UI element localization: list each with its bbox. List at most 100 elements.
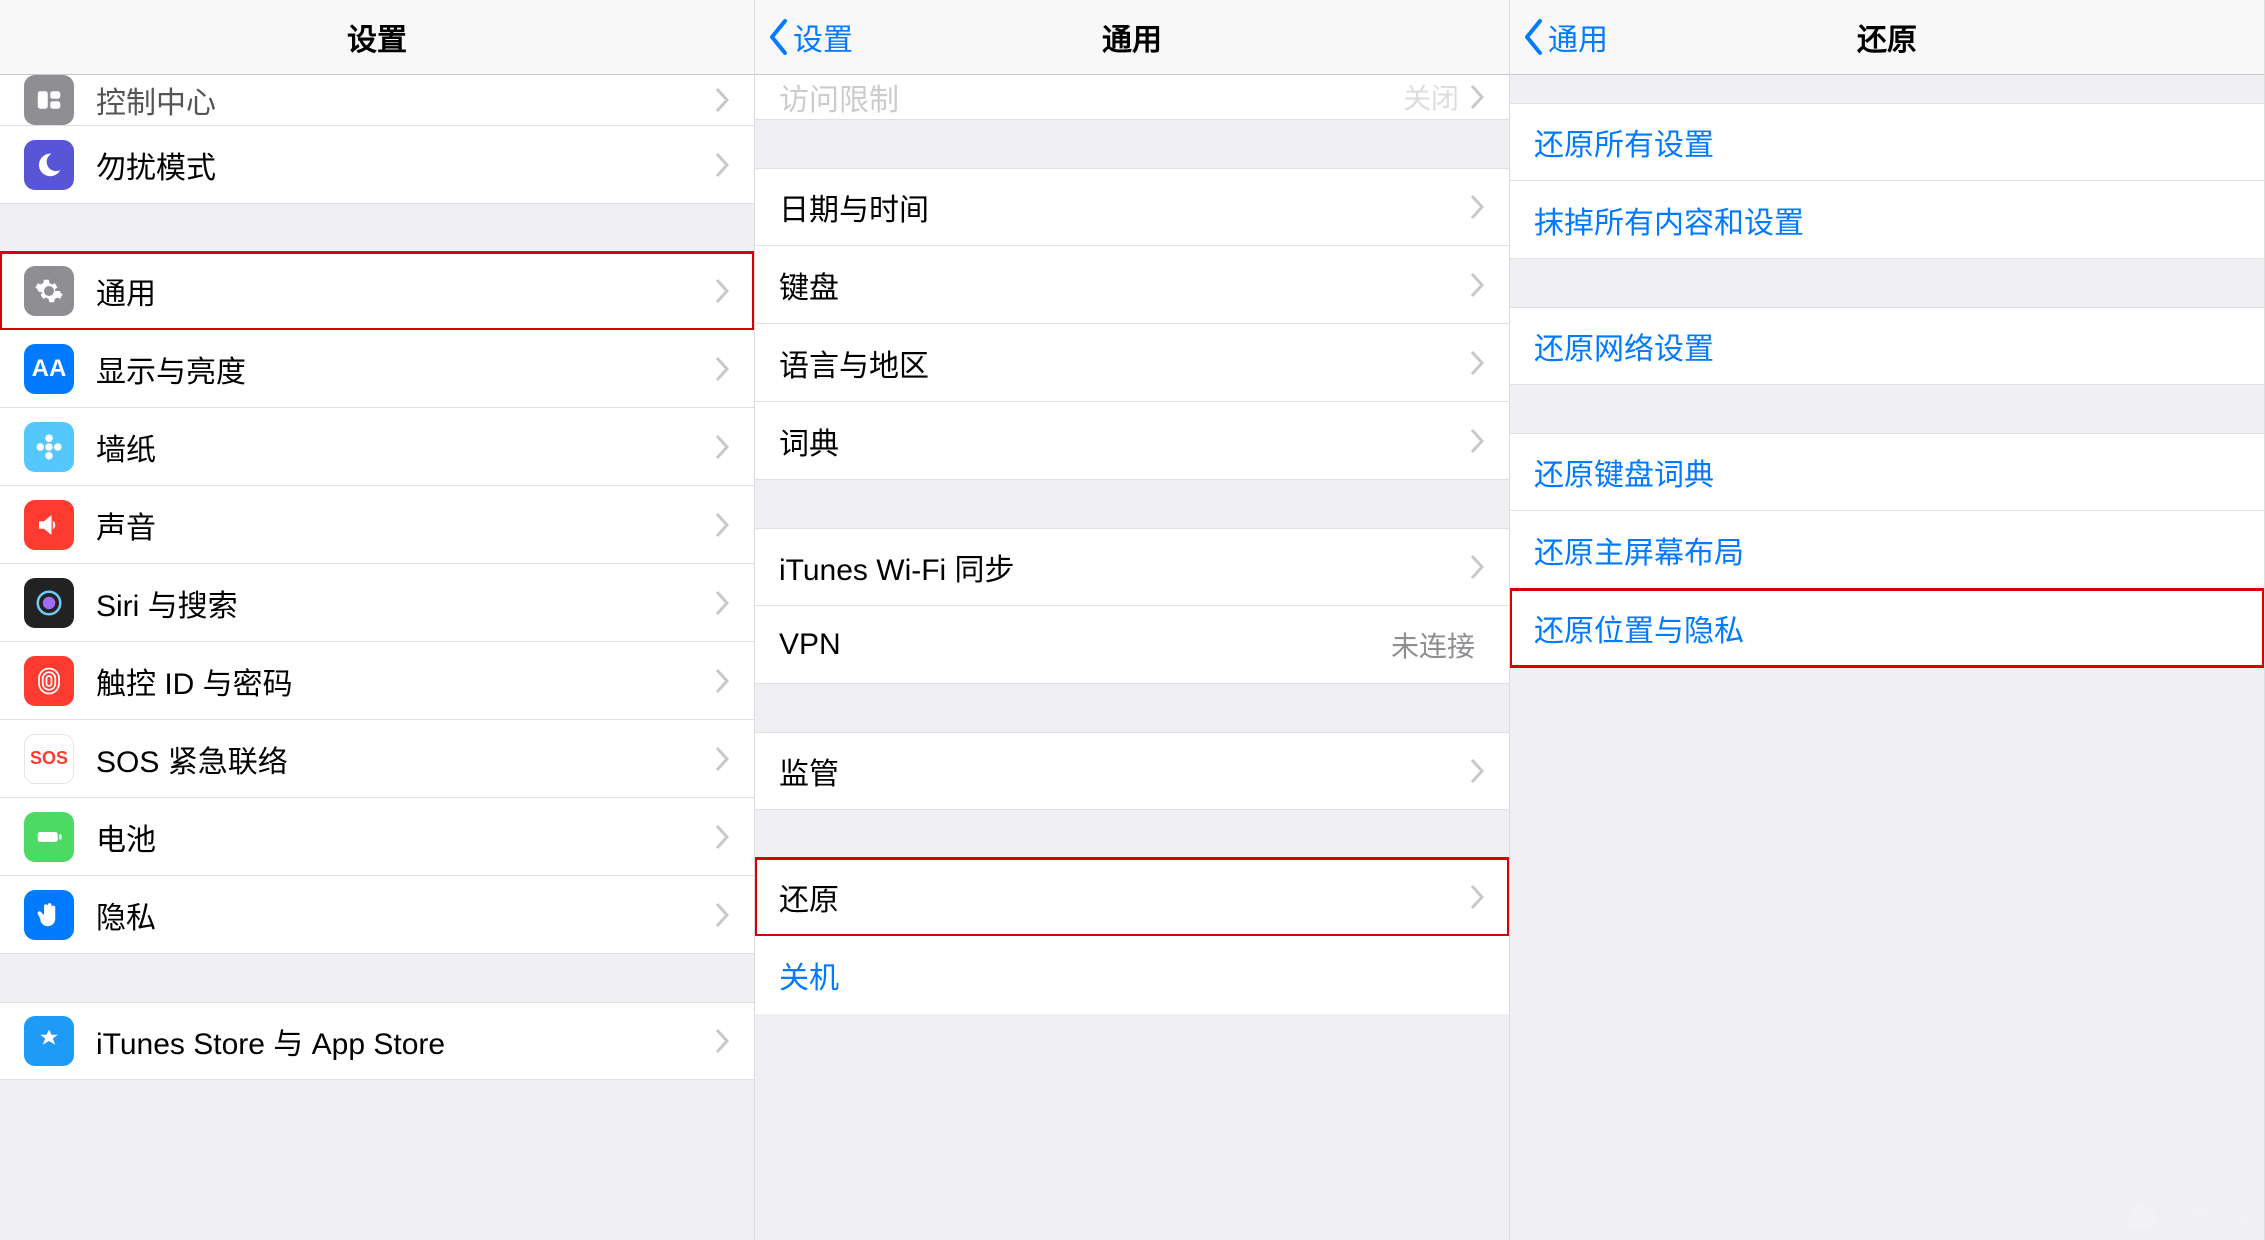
chevron-right-icon (714, 278, 730, 304)
row-shutdown[interactable]: 关机 (755, 936, 1509, 1014)
row-label: 显示与亮度 (96, 347, 714, 391)
chevron-right-icon (714, 87, 730, 113)
row-label: iTunes Store 与 App Store (96, 1019, 714, 1063)
panel-general: 设置 通用 访问限制 关闭 日期与时间 键盘 语言与地区 (755, 0, 1510, 1240)
chevron-right-icon (1469, 272, 1485, 298)
chevron-left-icon (1522, 18, 1544, 56)
row-label: 监管 (779, 749, 1469, 793)
row-vpn[interactable]: VPN 未连接 (755, 606, 1509, 684)
back-button[interactable]: 通用 (1522, 0, 1608, 74)
spacer (1510, 75, 2264, 103)
row-language-region[interactable]: 语言与地区 (755, 324, 1509, 402)
row-display[interactable]: AA 显示与亮度 (0, 330, 754, 408)
row-label: 勿扰模式 (96, 143, 714, 187)
row-privacy[interactable]: 隐私 (0, 876, 754, 954)
navbar-settings: 设置 (0, 0, 754, 75)
spacer (755, 120, 1509, 168)
row-dnd[interactable]: 勿扰模式 (0, 126, 754, 204)
row-erase-all[interactable]: 抹掉所有内容和设置 (1510, 181, 2264, 259)
panel-settings: 设置 控制中心 勿扰模式 (0, 0, 755, 1240)
row-reset-home-layout[interactable]: 还原主屏幕布局 (1510, 511, 2264, 589)
moon-icon (24, 140, 74, 190)
chevron-right-icon (714, 356, 730, 382)
gear-icon (24, 266, 74, 316)
fingerprint-icon (24, 656, 74, 706)
row-label: 墙纸 (96, 425, 714, 469)
row-wallpaper[interactable]: 墙纸 (0, 408, 754, 486)
chevron-right-icon (714, 434, 730, 460)
row-label: 触控 ID 与密码 (96, 659, 714, 703)
row-value: 关闭 (1403, 77, 1459, 117)
chevron-right-icon (1469, 194, 1485, 220)
chevron-right-icon (714, 824, 730, 850)
row-label: 声音 (96, 503, 714, 547)
row-sounds[interactable]: 声音 (0, 486, 754, 564)
speaker-icon (24, 500, 74, 550)
spacer (1510, 385, 2264, 433)
row-date-time[interactable]: 日期与时间 (755, 168, 1509, 246)
panel-reset: 通用 还原 还原所有设置 抹掉所有内容和设置 还原网络设置 还原键盘词典 还原主… (1510, 0, 2265, 1240)
spacer (755, 480, 1509, 528)
row-label: VPN (779, 628, 1391, 662)
chevron-right-icon (1469, 84, 1485, 110)
row-itunes-appstore[interactable]: iTunes Store 与 App Store (0, 1002, 754, 1080)
chevron-right-icon (1469, 350, 1485, 376)
general-list: 访问限制 关闭 日期与时间 键盘 语言与地区 词典 (755, 75, 1509, 1240)
chevron-right-icon (714, 512, 730, 538)
nav-title: 通用 (1102, 15, 1162, 59)
row-label: 通用 (96, 269, 714, 313)
row-label: 还原位置与隐私 (1534, 606, 2240, 650)
row-label: 关机 (779, 953, 1485, 997)
row-reset-keyboard-dict[interactable]: 还原键盘词典 (1510, 433, 2264, 511)
row-label: Siri 与搜索 (96, 581, 714, 625)
row-label: 电池 (96, 815, 714, 859)
row-reset[interactable]: 还原 (755, 858, 1509, 936)
row-profiles[interactable]: 监管 (755, 732, 1509, 810)
row-label: 键盘 (779, 263, 1469, 307)
control-center-icon (24, 75, 74, 125)
row-touchid[interactable]: 触控 ID 与密码 (0, 642, 754, 720)
row-reset-network[interactable]: 还原网络设置 (1510, 307, 2264, 385)
row-control-center[interactable]: 控制中心 (0, 75, 754, 126)
row-battery[interactable]: 电池 (0, 798, 754, 876)
row-siri[interactable]: Siri 与搜索 (0, 564, 754, 642)
row-restrictions-partial[interactable]: 访问限制 关闭 (755, 75, 1509, 120)
row-label: 词典 (779, 419, 1469, 463)
settings-list: 控制中心 勿扰模式 通用 AA 显示与亮度 (0, 75, 754, 1240)
back-button[interactable]: 设置 (767, 0, 853, 74)
siri-icon (24, 578, 74, 628)
row-keyboard[interactable]: 键盘 (755, 246, 1509, 324)
chevron-right-icon (714, 668, 730, 694)
navbar-reset: 通用 还原 (1510, 0, 2264, 75)
chevron-right-icon (1469, 758, 1485, 784)
row-reset-location-privacy[interactable]: 还原位置与隐私 (1510, 589, 2264, 667)
spacer (0, 204, 754, 252)
spacer (1510, 259, 2264, 307)
row-label: 日期与时间 (779, 185, 1469, 229)
row-sos[interactable]: SOS SOS 紧急联络 (0, 720, 754, 798)
row-general[interactable]: 通用 (0, 252, 754, 330)
row-label: 语言与地区 (779, 341, 1469, 385)
chevron-right-icon (714, 152, 730, 178)
reset-list: 还原所有设置 抹掉所有内容和设置 还原网络设置 还原键盘词典 还原主屏幕布局 还… (1510, 75, 2264, 1240)
row-label: 还原主屏幕布局 (1534, 528, 2240, 572)
row-label: 隐私 (96, 893, 714, 937)
row-label: 还原网络设置 (1534, 324, 2240, 368)
chevron-left-icon (767, 18, 789, 56)
row-reset-all-settings[interactable]: 还原所有设置 (1510, 103, 2264, 181)
back-label: 设置 (793, 15, 853, 59)
row-label: 还原键盘词典 (1534, 450, 2240, 494)
row-label: iTunes Wi-Fi 同步 (779, 545, 1469, 589)
row-itunes-wifi-sync[interactable]: iTunes Wi-Fi 同步 (755, 528, 1509, 606)
spacer (0, 954, 754, 1002)
sos-icon: SOS (24, 734, 74, 784)
row-label: SOS 紧急联络 (96, 737, 714, 781)
row-label: 控制中心 (96, 78, 714, 122)
chevron-right-icon (714, 590, 730, 616)
row-label: 还原所有设置 (1534, 120, 2240, 164)
chevron-right-icon (714, 902, 730, 928)
hand-icon (24, 890, 74, 940)
flower-icon (24, 422, 74, 472)
row-dictionary[interactable]: 词典 (755, 402, 1509, 480)
row-label: 抹掉所有内容和设置 (1534, 198, 2240, 242)
